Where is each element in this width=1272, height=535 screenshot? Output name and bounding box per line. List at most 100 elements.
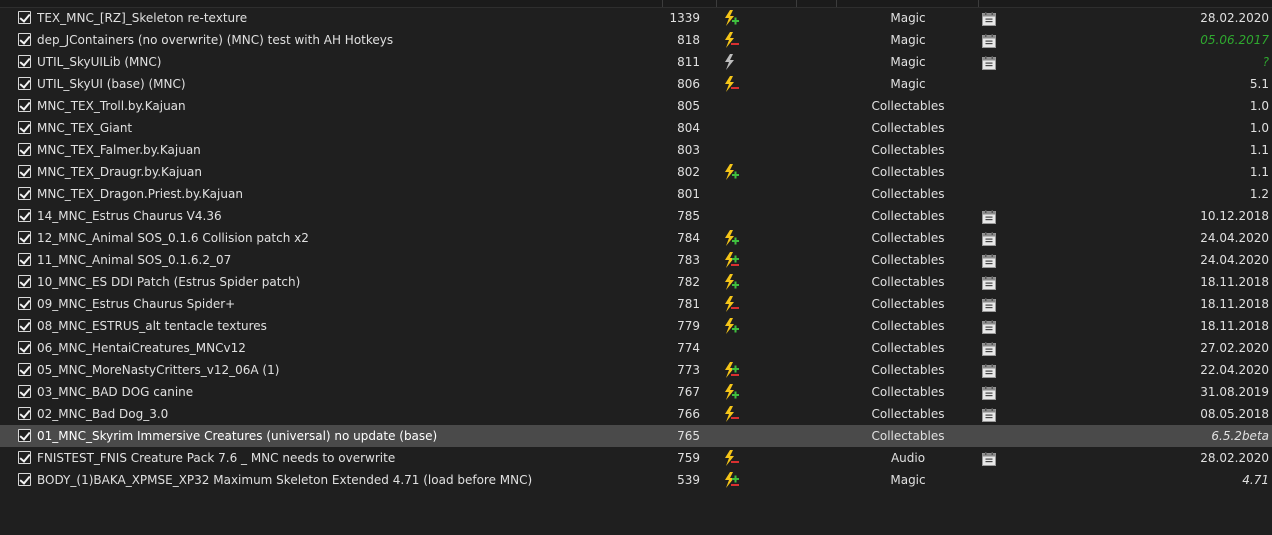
enable-checkbox[interactable] — [18, 407, 31, 420]
mod-category: Collectables — [871, 121, 945, 135]
calendar-icon — [982, 253, 996, 268]
mod-category: Collectables — [871, 231, 945, 245]
calendar-icon — [982, 341, 996, 356]
column-separator[interactable] — [978, 0, 979, 7]
calendar-icon — [982, 55, 996, 70]
bolt-mixed-icon — [722, 472, 740, 488]
table-row[interactable]: dep_JContainers (no overwrite) (MNC) tes… — [0, 29, 1272, 51]
mod-priority: 782 — [677, 275, 700, 289]
enable-checkbox[interactable] — [18, 429, 31, 442]
bolt-plus-icon — [722, 164, 740, 180]
mod-name: BODY_(1)BAKA_XPMSE_XP32 Maximum Skeleton… — [37, 473, 533, 487]
table-row[interactable]: 08_MNC_ESTRUS_alt tentacle textures 779 Co… — [0, 315, 1272, 337]
table-row[interactable]: 03_MNC_BAD DOG canine 767 Collectables 31.0… — [0, 381, 1272, 403]
enable-checkbox[interactable] — [18, 385, 31, 398]
mod-category: Collectables — [871, 363, 945, 377]
enable-checkbox[interactable] — [18, 143, 31, 156]
bolt-minus-icon — [722, 76, 740, 92]
mod-name: 05_MNC_MoreNastyCritters_v12_06A (1) — [37, 363, 280, 377]
mod-category: Collectables — [871, 341, 945, 355]
enable-checkbox[interactable] — [18, 55, 31, 68]
table-row[interactable]: MNC_TEX_Draugr.by.Kajuan 802 Collectables 1… — [0, 161, 1272, 183]
table-row[interactable]: 01_MNC_Skyrim Immersive Creatures (unive… — [0, 425, 1272, 447]
enable-checkbox[interactable] — [18, 363, 31, 376]
table-row[interactable]: 14_MNC_Estrus Chaurus V4.36 785 Collectabl… — [0, 205, 1272, 227]
enable-checkbox[interactable] — [18, 473, 31, 486]
column-separator[interactable] — [796, 0, 797, 7]
mod-category: Magic — [890, 33, 926, 47]
table-row[interactable]: TEX_MNC_[RZ]_Skeleton re-texture 1339 Magi… — [0, 7, 1272, 29]
enable-checkbox[interactable] — [18, 77, 31, 90]
calendar-icon — [982, 275, 996, 290]
table-row[interactable]: 11_MNC_Animal SOS_0.1.6.2_07 783 Collectab… — [0, 249, 1272, 271]
table-row[interactable]: BODY_(1)BAKA_XPMSE_XP32 Maximum Skeleton… — [0, 469, 1272, 491]
bolt-mixed-icon — [722, 252, 740, 268]
enable-checkbox[interactable] — [18, 33, 31, 46]
table-row[interactable]: 09_MNC_Estrus Chaurus Spider+ 781 Collecta… — [0, 293, 1272, 315]
enable-checkbox[interactable] — [18, 297, 31, 310]
mod-name: 09_MNC_Estrus Chaurus Spider+ — [37, 297, 236, 311]
bolt-minus-icon — [722, 296, 740, 312]
table-row[interactable]: FNISTEST_FNIS Creature Pack 7.6 _ MNC ne… — [0, 447, 1272, 469]
table-row[interactable]: 10_MNC_ES DDI Patch (Estrus Spider patch… — [0, 271, 1272, 293]
column-separator[interactable] — [716, 0, 717, 7]
enable-checkbox[interactable] — [18, 99, 31, 112]
table-row[interactable]: MNC_TEX_Troll.by.Kajuan 805 Collectables 1.… — [0, 95, 1272, 117]
mod-version: 18.11.2018 — [1200, 297, 1269, 311]
enable-checkbox[interactable] — [18, 11, 31, 24]
mod-version: 1.0 — [1249, 99, 1269, 113]
enable-checkbox[interactable] — [18, 209, 31, 222]
table-row[interactable]: MNC_TEX_Giant 804 Collectables 1.0 — [0, 117, 1272, 139]
table-row[interactable]: 05_MNC_MoreNastyCritters_v12_06A (1) 773 C… — [0, 359, 1272, 381]
mod-priority: 767 — [677, 385, 700, 399]
table-row[interactable]: MNC_TEX_Dragon.Priest.by.Kajuan 801 Collec… — [0, 183, 1272, 205]
mod-priority: 766 — [677, 407, 700, 421]
enable-checkbox[interactable] — [18, 253, 31, 266]
mod-name: 12_MNC_Animal SOS_0.1.6 Collision patch … — [37, 231, 309, 245]
bolt-plus-icon — [722, 10, 740, 26]
mod-category: Magic — [890, 77, 926, 91]
table-row[interactable]: 12_MNC_Animal SOS_0.1.6 Collision patch … — [0, 227, 1272, 249]
mod-version: 24.04.2020 — [1200, 253, 1269, 267]
table-row[interactable]: 02_MNC_Bad Dog_3.0 766 Collectables 08.05.2… — [0, 403, 1272, 425]
column-separator[interactable] — [662, 0, 663, 7]
calendar-icon — [982, 385, 996, 400]
mod-priority: 804 — [677, 121, 700, 135]
table-row[interactable]: MNC_TEX_Falmer.by.Kajuan 803 Collectables 1… — [0, 139, 1272, 161]
mod-priority: 759 — [677, 451, 700, 465]
enable-checkbox[interactable] — [18, 275, 31, 288]
bolt-grey-icon — [722, 54, 740, 70]
enable-checkbox[interactable] — [18, 319, 31, 332]
mod-priority: 779 — [677, 319, 700, 333]
mod-category: Magic — [890, 55, 926, 69]
enable-checkbox[interactable] — [18, 187, 31, 200]
mod-version: 1.1 — [1249, 143, 1269, 157]
enable-checkbox[interactable] — [18, 231, 31, 244]
mod-name: MNC_TEX_Troll.by.Kajuan — [37, 99, 186, 113]
mod-category: Collectables — [871, 297, 945, 311]
mod-category: Collectables — [871, 253, 945, 267]
mod-name: 10_MNC_ES DDI Patch (Estrus Spider patch… — [37, 275, 301, 289]
enable-checkbox[interactable] — [18, 451, 31, 464]
bolt-minus-icon — [722, 406, 740, 422]
enable-checkbox[interactable] — [18, 341, 31, 354]
mod-version: 4.71 — [1242, 473, 1269, 487]
bolt-plus-icon — [722, 384, 740, 400]
mod-priority: 801 — [677, 187, 700, 201]
calendar-icon — [982, 363, 996, 378]
bolt-minus-icon — [722, 450, 740, 466]
enable-checkbox[interactable] — [18, 165, 31, 178]
table-row[interactable]: UTIL_SkyUI (base) (MNC) 806 Magic 5.1 — [0, 73, 1272, 95]
table-row[interactable]: UTIL_SkyUILib (MNC) 811 Magic? — [0, 51, 1272, 73]
calendar-icon — [982, 407, 996, 422]
column-separator[interactable] — [836, 0, 837, 7]
mod-category: Collectables — [871, 99, 945, 113]
mod-priority: 802 — [677, 165, 700, 179]
mod-name: 06_MNC_HentaiCreatures_MNCv12 — [37, 341, 246, 355]
mod-category: Collectables — [871, 187, 945, 201]
table-row[interactable]: 06_MNC_HentaiCreatures_MNCv12 774 Collecta… — [0, 337, 1272, 359]
enable-checkbox[interactable] — [18, 121, 31, 134]
calendar-icon — [982, 231, 996, 246]
mod-version: 10.12.2018 — [1200, 209, 1269, 223]
mod-priority: 765 — [677, 429, 700, 443]
